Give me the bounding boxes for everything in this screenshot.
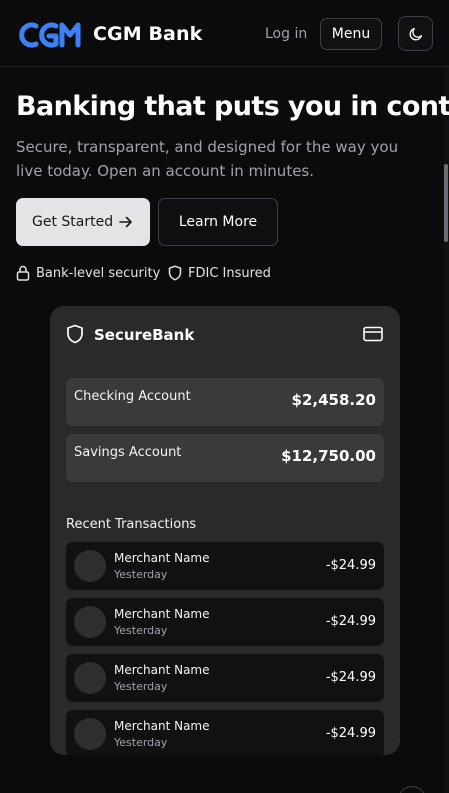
cgm-logo-icon[interactable] xyxy=(16,22,82,48)
account-balance: $12,750.00 xyxy=(281,447,376,465)
scrollbar-thumb[interactable] xyxy=(444,164,448,242)
merchant-avatar xyxy=(74,718,106,750)
merchant-name: Merchant Name xyxy=(114,719,210,733)
shield-icon xyxy=(168,265,182,281)
moon-icon xyxy=(409,27,422,40)
account-name: Savings Account xyxy=(74,445,182,460)
feature-fdic: FDIC Insured xyxy=(168,264,271,282)
transaction-date: Yesterday xyxy=(114,680,168,693)
feature-fdic-label: FDIC Insured xyxy=(188,265,271,281)
account-name: Checking Account xyxy=(74,389,191,404)
transaction-date: Yesterday xyxy=(114,568,168,581)
transaction-row[interactable]: Merchant Name Yesterday -$24.99 xyxy=(66,654,384,702)
merchant-avatar xyxy=(74,606,106,638)
transaction-date: Yesterday xyxy=(114,736,168,749)
menu-button[interactable]: Menu xyxy=(320,18,382,50)
hero-subtitle: Secure, transparent, and designed for th… xyxy=(16,138,399,180)
transaction-row[interactable]: Merchant Name Yesterday -$24.99 xyxy=(66,542,384,590)
learn-more-button[interactable]: Learn More xyxy=(158,198,278,246)
credit-card-icon[interactable] xyxy=(363,326,383,342)
card-title: SecureBank xyxy=(94,326,195,344)
shield-icon xyxy=(67,324,83,344)
brand-name[interactable]: CGM Bank xyxy=(93,23,202,45)
scroll-to-top-button[interactable] xyxy=(398,786,426,793)
merchant-avatar xyxy=(74,550,106,582)
account-row-savings[interactable]: Savings Account $12,750.00 xyxy=(66,434,384,482)
arrow-right-icon xyxy=(119,216,132,228)
merchant-name: Merchant Name xyxy=(114,607,210,621)
merchant-name: Merchant Name xyxy=(114,663,210,677)
account-preview-card: SecureBank Checking Account $2,458.20 Sa… xyxy=(50,306,400,755)
transaction-row[interactable]: Merchant Name Yesterday -$24.99 xyxy=(66,710,384,755)
transactions-heading: Recent Transactions xyxy=(66,517,197,532)
transaction-row[interactable]: Merchant Name Yesterday -$24.99 xyxy=(66,598,384,646)
hero-title: Banking that puts you in control xyxy=(16,91,449,122)
lock-icon xyxy=(16,265,30,281)
account-row-checking[interactable]: Checking Account $2,458.20 xyxy=(66,378,384,426)
merchant-avatar xyxy=(74,662,106,694)
account-balance: $2,458.20 xyxy=(291,391,376,409)
merchant-name: Merchant Name xyxy=(114,551,210,565)
scrollbar[interactable] xyxy=(443,67,449,793)
transaction-date: Yesterday xyxy=(114,624,168,637)
feature-security-label: Bank-level security xyxy=(36,265,161,281)
transaction-amount: -$24.99 xyxy=(325,614,376,629)
transaction-amount: -$24.99 xyxy=(325,558,376,573)
transaction-amount: -$24.99 xyxy=(325,670,376,685)
page: CGM Bank Log in Menu Banking that puts y… xyxy=(0,0,449,793)
login-link[interactable]: Log in xyxy=(265,26,307,42)
transaction-amount: -$24.99 xyxy=(325,726,376,741)
theme-toggle-button[interactable] xyxy=(398,16,433,51)
get-started-button[interactable]: Get Started xyxy=(16,198,150,246)
feature-security: Bank-level security xyxy=(16,264,160,282)
get-started-label: Get Started xyxy=(32,214,114,230)
site-header: CGM Bank Log in Menu xyxy=(0,0,449,67)
